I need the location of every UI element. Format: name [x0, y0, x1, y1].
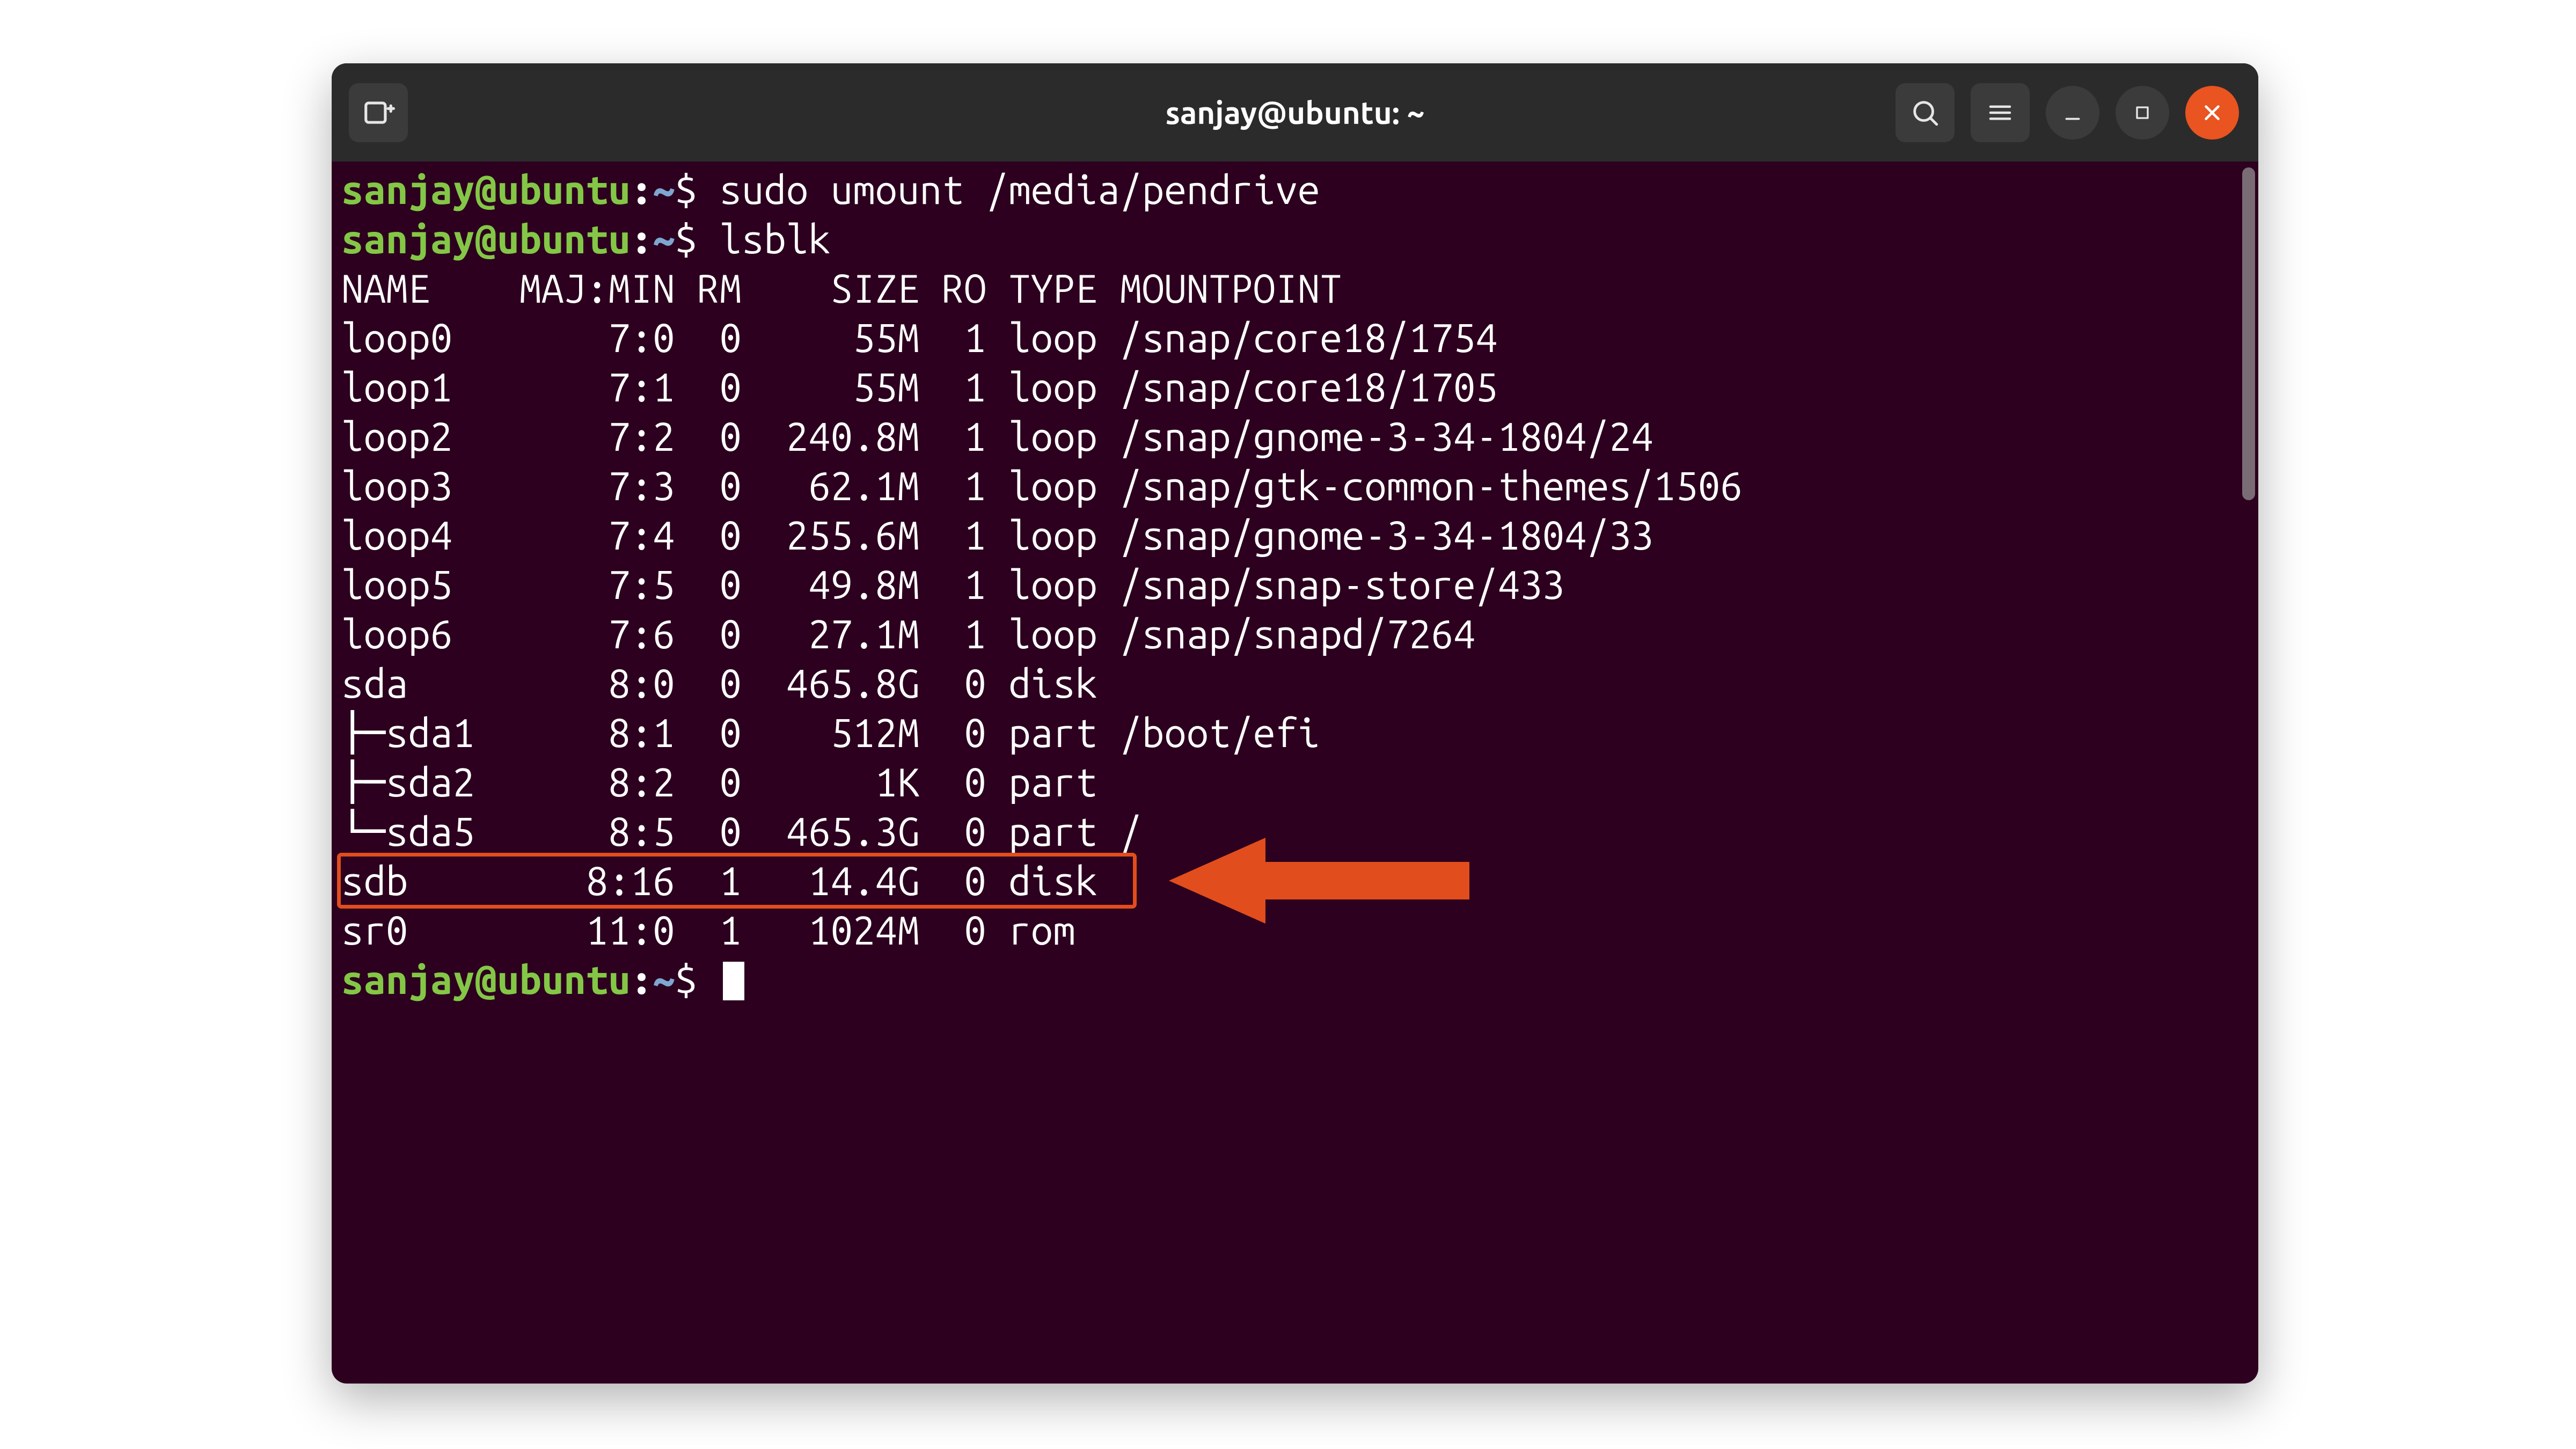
lsblk-row-sdb: sdb 8:16 1 14.4G 0 disk: [341, 856, 2245, 905]
lsblk-row-loop1: loop1 7:1 0 55M 1 loop /snap/core18/1705: [341, 362, 2245, 412]
lsblk-row-loop4: loop4 7:4 0 255.6M 1 loop /snap/gnome-3-…: [341, 510, 2245, 560]
close-button[interactable]: [2185, 86, 2239, 140]
lsblk-row-loop3: loop3 7:3 0 62.1M 1 loop /snap/gtk-commo…: [341, 461, 2245, 510]
terminal-cursor: [723, 962, 744, 1000]
minimize-button[interactable]: [2046, 86, 2099, 140]
prompt-user-host: sanjay@ubuntu: [341, 957, 631, 1001]
lsblk-header: NAME MAJ:MIN RM SIZE RO TYPE MOUNTPOINT: [341, 264, 2245, 313]
lsblk-row-loop0: loop0 7:0 0 55M 1 loop /snap/core18/1754: [341, 313, 2245, 362]
prompt-dollar: $: [675, 957, 720, 1001]
terminal-body[interactable]: sanjay@ubuntu:~$ sudo umount /media/pend…: [332, 162, 2258, 1384]
prompt-separator: :: [631, 167, 653, 211]
new-tab-icon: [362, 96, 395, 129]
window-titlebar[interactable]: sanjay@ubuntu: ~: [332, 63, 2258, 162]
terminal-scrollbar[interactable]: [2242, 167, 2255, 500]
prompt-separator: :: [631, 957, 653, 1001]
prompt-path: ~: [653, 216, 675, 261]
prompt-line-1: sanjay@ubuntu:~$ sudo umount /media/pend…: [341, 165, 2245, 214]
prompt-separator: :: [631, 216, 653, 261]
prompt-dollar: $: [675, 216, 720, 261]
menu-button[interactable]: [1971, 83, 2030, 142]
lsblk-row-loop6: loop6 7:6 0 27.1M 1 loop /snap/snapd/726…: [341, 609, 2245, 658]
terminal-window: sanjay@ubuntu: ~: [332, 63, 2258, 1384]
prompt-path: ~: [653, 167, 675, 211]
lsblk-row-loop2: loop2 7:2 0 240.8M 1 loop /snap/gnome-3-…: [341, 412, 2245, 461]
hamburger-menu-icon: [1986, 98, 2015, 127]
titlebar-right-group: [1896, 83, 2258, 142]
prompt-line-3: sanjay@ubuntu:~$: [341, 955, 2245, 1004]
page-stage: sanjay@ubuntu: ~: [0, 0, 2576, 1449]
prompt-path: ~: [653, 957, 675, 1001]
window-title-text: sanjay@ubuntu: ~: [1166, 95, 1425, 130]
lsblk-row-sda5: └─sda5 8:5 0 465.3G 0 part /: [341, 807, 2245, 856]
command-umount: sudo umount /media/pendrive: [720, 167, 1320, 211]
prompt-user-host: sanjay@ubuntu: [341, 216, 631, 261]
lsblk-row-sda2: ├─sda2 8:2 0 1K 0 part: [341, 757, 2245, 807]
maximize-icon: [2132, 102, 2153, 123]
lsblk-row-loop5: loop5 7:5 0 49.8M 1 loop /snap/snap-stor…: [341, 560, 2245, 609]
command-lsblk: lsblk: [720, 216, 831, 261]
lsblk-row-sda1: ├─sda1 8:1 0 512M 0 part /boot/efi: [341, 708, 2245, 757]
maximize-button[interactable]: [2116, 86, 2169, 140]
titlebar-left-group: [332, 83, 408, 142]
close-icon: [2200, 100, 2224, 125]
minimize-icon: [2060, 100, 2085, 125]
search-button[interactable]: [1896, 83, 1955, 142]
new-tab-button[interactable]: [349, 83, 408, 142]
prompt-line-2: sanjay@ubuntu:~$ lsblk: [341, 214, 2245, 264]
search-icon: [1909, 97, 1941, 128]
lsblk-row-sda: sda 8:0 0 465.8G 0 disk: [341, 658, 2245, 708]
prompt-user-host: sanjay@ubuntu: [341, 167, 631, 211]
prompt-dollar: $: [675, 167, 720, 211]
lsblk-row-sr0: sr0 11:0 1 1024M 0 rom: [341, 905, 2245, 955]
